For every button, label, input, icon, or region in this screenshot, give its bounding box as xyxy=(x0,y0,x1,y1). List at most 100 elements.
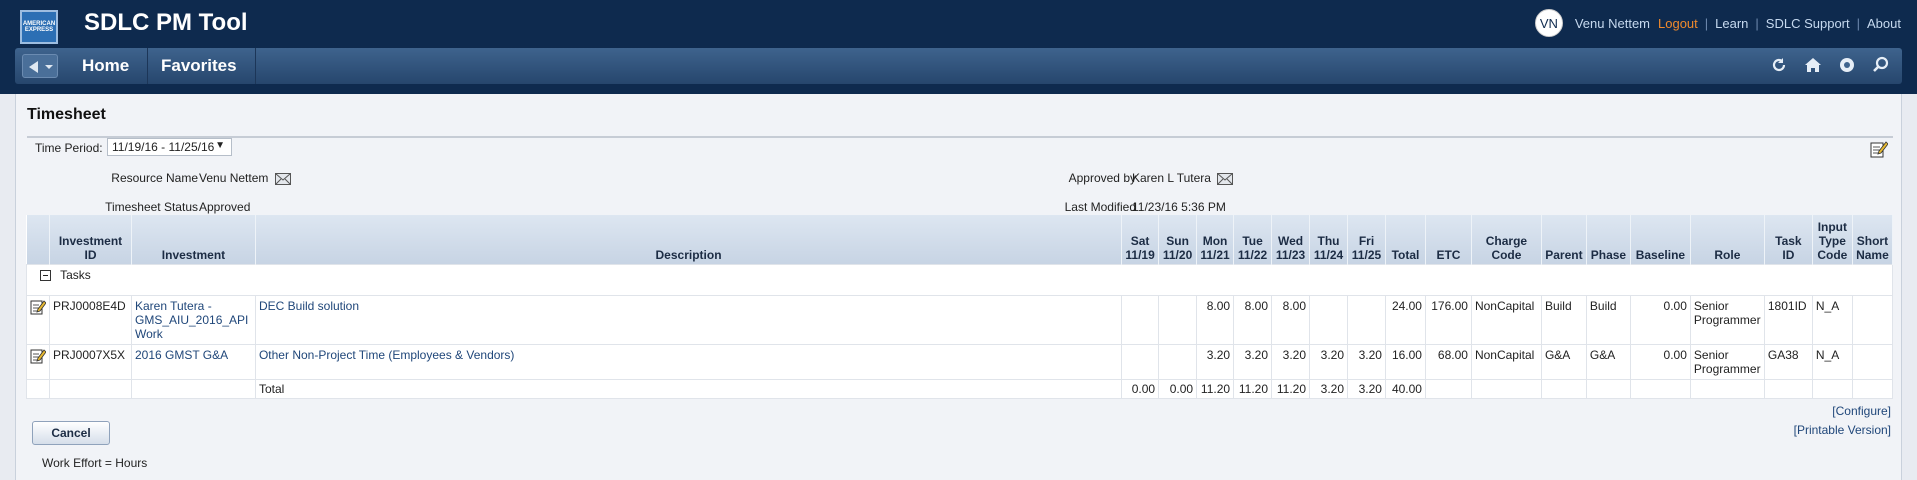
empty-cell xyxy=(1851,378,1894,399)
parent-cell: G&A xyxy=(1540,343,1587,380)
timesheet-status-label: Timesheet Status xyxy=(105,200,198,214)
role-cell: Senior Programmer xyxy=(1689,294,1765,345)
edit-icon[interactable] xyxy=(30,348,46,364)
logout-link[interactable]: Logout xyxy=(1658,16,1698,31)
sat-cell xyxy=(1121,294,1160,345)
search-icon[interactable] xyxy=(1872,56,1890,74)
tasks-group-label: Tasks xyxy=(60,267,91,282)
refresh-icon[interactable] xyxy=(1770,56,1788,74)
avatar[interactable]: VN xyxy=(1534,9,1563,37)
mail-icon[interactable] xyxy=(1217,172,1234,185)
separator: | xyxy=(1755,15,1759,31)
cancel-button[interactable]: Cancel xyxy=(32,421,110,445)
sat-total: 0.00 xyxy=(1121,378,1160,399)
time-period-value: 11/19/16 - 11/25/16 xyxy=(112,140,215,154)
phase-cell: Build xyxy=(1585,294,1631,345)
company-logo[interactable]: AMERICAN EXPRESS xyxy=(20,10,58,44)
resource-name-value: Venu Nettem xyxy=(199,171,291,185)
col-investment-id[interactable]: Investment ID xyxy=(49,215,132,264)
back-button[interactable] xyxy=(22,54,58,78)
time-period-select[interactable]: 11/19/16 - 11/25/16 ▼ xyxy=(107,138,232,156)
wed-cell: 8.00 xyxy=(1271,294,1311,345)
col-parent[interactable]: Parent xyxy=(1541,215,1587,264)
col-description[interactable]: Description xyxy=(255,215,1123,264)
empty-cell xyxy=(1470,378,1542,399)
row-edit-cell xyxy=(26,343,50,380)
input-type-code-cell: N_A xyxy=(1811,343,1853,380)
fri-total: 3.20 xyxy=(1347,378,1386,399)
last-modified-label: Last Modified xyxy=(1064,200,1136,214)
short-name-cell xyxy=(1851,294,1894,345)
help-icon[interactable] xyxy=(1838,56,1856,74)
collapse-icon[interactable] xyxy=(40,269,51,281)
mail-icon[interactable] xyxy=(274,172,291,185)
resource-name: Venu Nettem xyxy=(199,171,269,185)
role-cell: Senior Programmer xyxy=(1689,343,1765,380)
etc-cell: 176.00 xyxy=(1424,294,1472,345)
logo-text: AMERICAN EXPRESS xyxy=(22,21,56,33)
empty-cell xyxy=(1689,378,1765,399)
description-link[interactable]: DEC Build solution xyxy=(254,294,1123,345)
total-cell: 24.00 xyxy=(1384,294,1426,345)
back-arrow-icon xyxy=(29,61,38,73)
edit-column-header xyxy=(26,215,50,264)
charge-code-cell: NonCapital xyxy=(1470,294,1542,345)
main-content: Timesheet Time Period: 11/19/16 - 11/25/… xyxy=(15,94,1902,480)
tasks-group-row: Tasks xyxy=(26,263,1893,296)
chevron-down-icon[interactable] xyxy=(45,65,53,69)
nav-home[interactable]: Home xyxy=(64,48,149,84)
col-task-id[interactable]: Task ID xyxy=(1764,215,1813,264)
resource-name-label: Resource Name xyxy=(111,171,198,185)
timesheet-status-value: Approved xyxy=(199,200,251,214)
nav-favorites[interactable]: Favorites xyxy=(143,48,256,84)
input-type-code-cell: N_A xyxy=(1811,294,1853,345)
wed-total: 11.20 xyxy=(1271,378,1311,399)
col-wed: Wed 11/23 xyxy=(1271,215,1311,264)
empty-cell xyxy=(1811,378,1853,399)
last-modified-value: 11/23/16 5:36 PM xyxy=(1132,200,1226,214)
col-investment[interactable]: Investment xyxy=(131,215,256,264)
col-role[interactable]: Role xyxy=(1690,215,1765,264)
grand-total: 40.00 xyxy=(1384,378,1426,399)
nav-icons xyxy=(1770,56,1890,74)
configure-link[interactable]: [Configure] xyxy=(1832,404,1891,418)
edit-page-icon[interactable] xyxy=(1870,140,1888,158)
nav-bar: Home Favorites xyxy=(15,48,1902,84)
top-header: AMERICAN EXPRESS SDLC PM Tool VN Venu Ne… xyxy=(0,0,1917,48)
approved-by: Karen L Tutera xyxy=(1132,171,1211,185)
about-link[interactable]: About xyxy=(1867,16,1901,31)
timesheet-grid: Investment ID Investment Description Sat… xyxy=(26,215,1894,399)
row-edit-cell xyxy=(26,294,50,345)
tue-cell: 3.20 xyxy=(1233,343,1273,380)
user-name-link[interactable]: Venu Nettem xyxy=(1575,16,1650,31)
empty-cell xyxy=(1540,378,1587,399)
col-charge-code[interactable]: Charge Code xyxy=(1471,215,1542,264)
tue-total: 11.20 xyxy=(1233,378,1273,399)
col-phase[interactable]: Phase xyxy=(1586,215,1631,264)
sat-cell xyxy=(1121,343,1160,380)
edit-icon[interactable] xyxy=(30,299,46,315)
description-link[interactable]: Other Non-Project Time (Employees & Vend… xyxy=(254,343,1123,380)
grid-header-row: Investment ID Investment Description Sat… xyxy=(26,215,1894,264)
col-input-type-code[interactable]: Input Type Code xyxy=(1812,215,1853,264)
home-icon[interactable] xyxy=(1804,56,1822,74)
col-baseline[interactable]: Baseline xyxy=(1630,215,1691,264)
etc-cell: 68.00 xyxy=(1424,343,1472,380)
fri-cell xyxy=(1347,294,1386,345)
investment-link[interactable]: 2016 GMST G&A xyxy=(130,343,256,380)
support-link[interactable]: SDLC Support xyxy=(1766,16,1850,31)
wed-cell: 3.20 xyxy=(1271,343,1311,380)
investment-link[interactable]: Karen Tutera - GMS_AIU_2016_API Work xyxy=(130,294,256,345)
page-title: Timesheet xyxy=(27,106,106,123)
printable-version-link[interactable]: [Printable Version] xyxy=(1794,423,1891,437)
phase-cell: G&A xyxy=(1585,343,1631,380)
top-links: VN Venu Nettem Logout | Learn | SDLC Sup… xyxy=(1534,9,1901,37)
col-tue: Tue 11/22 xyxy=(1233,215,1273,264)
empty-cell xyxy=(1629,378,1691,399)
col-thu: Thu 11/24 xyxy=(1309,215,1348,264)
investment-id-cell: PRJ0008E4D xyxy=(49,294,132,345)
learn-link[interactable]: Learn xyxy=(1715,16,1748,31)
empty-cell xyxy=(130,378,256,399)
col-short-name[interactable]: Short Name xyxy=(1852,215,1894,264)
empty-cell xyxy=(49,378,132,399)
